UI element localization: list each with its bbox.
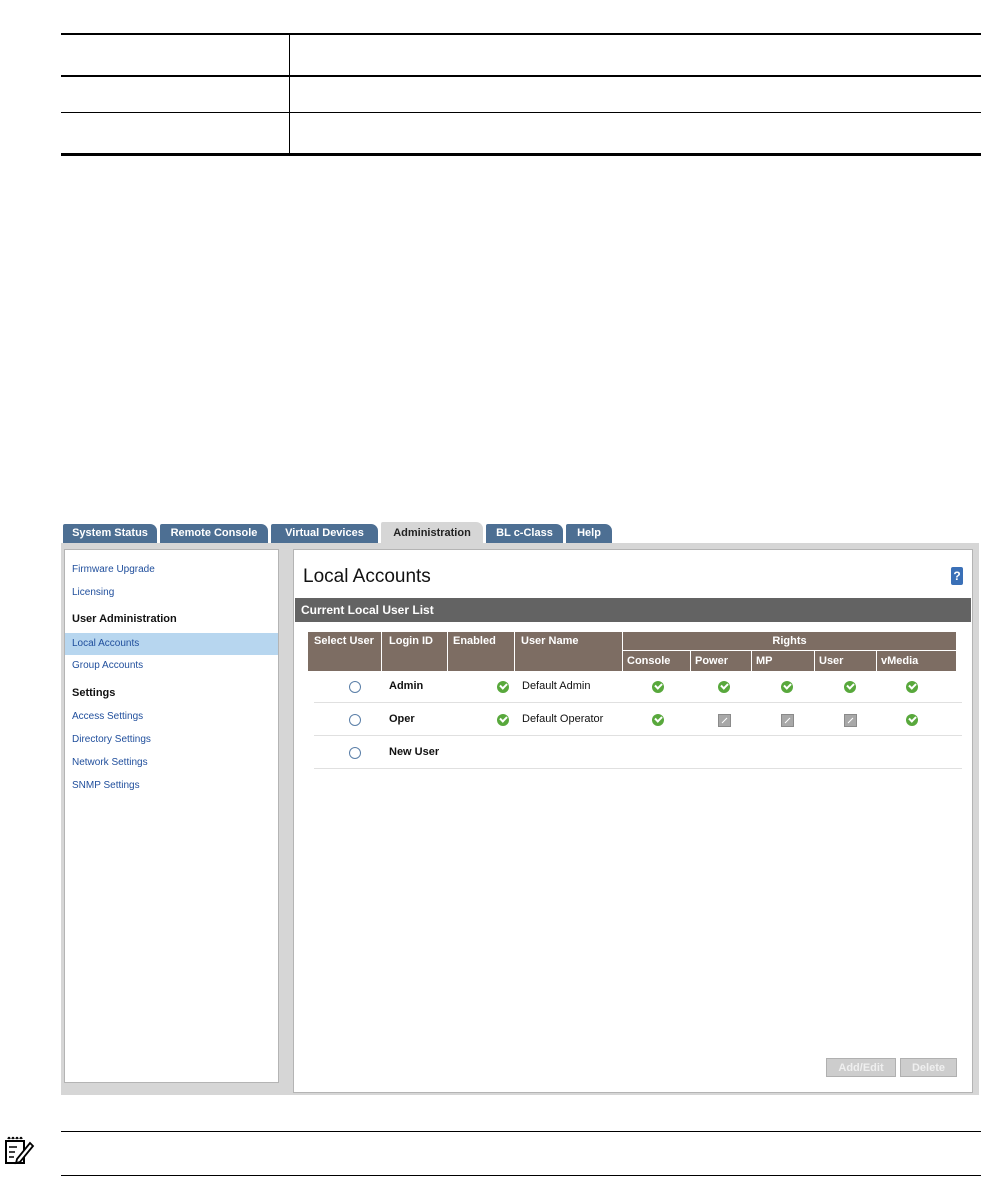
tab-system-status[interactable]: System Status [63, 524, 157, 543]
vmedia-check-icon [906, 681, 918, 693]
table-column-rule [289, 35, 290, 153]
column-header-mp: MP [752, 651, 814, 671]
enabled-check-icon [497, 681, 509, 693]
sidebar-item-licensing[interactable]: Licensing [65, 582, 278, 604]
column-header-login-id: Login ID [382, 632, 447, 671]
sidebar-item-directory-settings[interactable]: Directory Settings [65, 729, 278, 751]
note-pad-icon [5, 1136, 35, 1165]
sidebar-item-network-settings[interactable]: Network Settings [65, 752, 278, 774]
tab-administration[interactable]: Administration [381, 522, 483, 545]
power-check-icon [718, 681, 730, 693]
power-disabled-icon [718, 714, 731, 727]
table-rule [61, 75, 981, 77]
sidebar-item-snmp-settings[interactable]: SNMP Settings [65, 775, 278, 797]
sidebar-heading-settings: Settings [72, 687, 116, 699]
column-header-console: Console [623, 651, 690, 671]
user-disabled-icon [844, 714, 857, 727]
add-edit-button[interactable]: Add/Edit [826, 1058, 896, 1077]
sidebar: Firmware Upgrade Licensing User Administ… [64, 549, 279, 1083]
mp-disabled-icon [781, 714, 794, 727]
select-user-radio[interactable] [349, 714, 361, 726]
sidebar-heading-user-administration: User Administration [72, 613, 177, 625]
column-header-vmedia: vMedia [877, 651, 956, 671]
console-check-icon [652, 681, 664, 693]
sidebar-item-access-settings[interactable]: Access Settings [65, 706, 278, 728]
login-id: Admin [389, 680, 424, 692]
vmedia-check-icon [906, 714, 918, 726]
enabled-check-icon [497, 714, 509, 726]
delete-button[interactable]: Delete [900, 1058, 957, 1077]
console-check-icon [652, 714, 664, 726]
page-title: Local Accounts [303, 566, 431, 587]
sidebar-item-group-accounts[interactable]: Group Accounts [65, 655, 278, 677]
table-rule [61, 112, 981, 113]
column-header-user-name: User Name [515, 632, 622, 671]
row-divider [314, 702, 962, 703]
login-id: Oper [389, 713, 415, 725]
row-divider [314, 735, 962, 736]
column-header-user: User [815, 651, 876, 671]
select-user-radio[interactable] [349, 681, 361, 693]
mp-check-icon [781, 681, 793, 693]
column-header-enabled: Enabled [448, 632, 514, 671]
tab-help[interactable]: Help [566, 524, 612, 543]
column-header-power: Power [691, 651, 751, 671]
tab-remote-console[interactable]: Remote Console [160, 524, 268, 543]
help-icon[interactable]: ? [951, 567, 963, 585]
tab-bar: System Status Remote Console Virtual Dev… [61, 522, 979, 547]
user-name: Default Operator [522, 713, 604, 725]
row-divider [314, 768, 962, 769]
tab-bl-c-class[interactable]: BL c-Class [486, 524, 563, 543]
sidebar-item-local-accounts[interactable]: Local Accounts [65, 633, 278, 655]
select-user-radio[interactable] [349, 747, 361, 759]
section-header: Current Local User List [295, 598, 971, 622]
login-id: New User [389, 746, 440, 758]
user-check-icon [844, 681, 856, 693]
content-frame: Firmware Upgrade Licensing User Administ… [61, 546, 979, 1095]
user-name: Default Admin [522, 680, 591, 692]
document-table [61, 33, 981, 156]
column-header-select-user: Select User [308, 632, 381, 671]
main-panel: Local Accounts ? Current Local User List… [293, 549, 973, 1093]
column-header-rights: Rights [623, 632, 956, 650]
ilo-screenshot: System Status Remote Console Virtual Dev… [61, 522, 979, 1095]
tab-virtual-devices[interactable]: Virtual Devices [271, 524, 378, 543]
sidebar-item-firmware-upgrade[interactable]: Firmware Upgrade [65, 559, 278, 581]
note-rule-bottom [61, 1175, 981, 1176]
note-rule-top [61, 1131, 981, 1132]
